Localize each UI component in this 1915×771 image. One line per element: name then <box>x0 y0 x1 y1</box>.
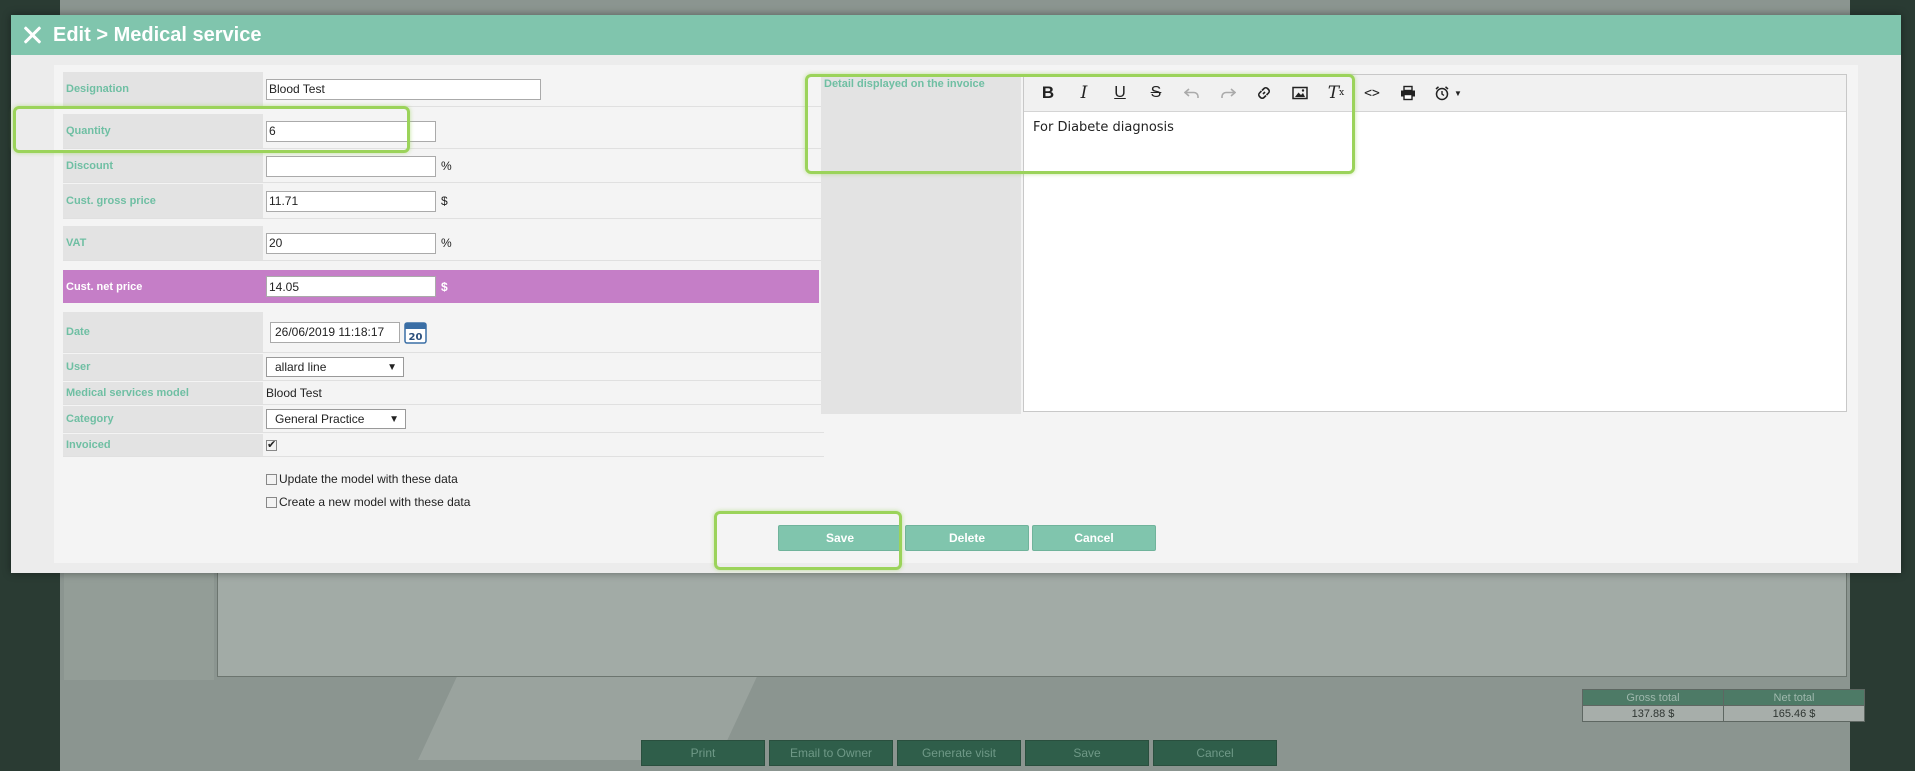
model-row: Medical services model Blood Test <box>63 382 824 405</box>
gross-price-row: Cust. gross price $ <box>63 184 824 219</box>
cancel-button[interactable]: Cancel <box>1032 525 1156 551</box>
net-price-unit: $ <box>441 279 448 294</box>
calendar-icon[interactable]: 20 <box>404 321 427 344</box>
background-button-row: Print Email to Owner Generate visit Save… <box>641 740 1277 766</box>
invoiced-label: Invoiced <box>63 434 263 456</box>
chevron-down-icon: ▼ <box>389 413 399 425</box>
invoiced-value-cell <box>266 434 277 456</box>
highlight-save-button <box>714 511 902 570</box>
model-label: Medical services model <box>63 382 263 404</box>
date-label: Date <box>63 312 263 352</box>
bg-generate-visit-button: Generate visit <box>897 740 1021 766</box>
bg-save-button: Save <box>1025 740 1149 766</box>
discount-row: Discount % <box>63 150 824 183</box>
alarm-clock-icon[interactable]: ▼ <box>1428 80 1468 106</box>
date-value-cell: 20 <box>270 312 427 352</box>
discount-unit: % <box>441 159 452 173</box>
user-label: User <box>63 354 263 380</box>
caret-down-icon: ▼ <box>1454 88 1462 98</box>
category-select-value: General Practice <box>275 412 365 426</box>
gross-price-input[interactable] <box>266 190 436 212</box>
net-total-header: Net total <box>1723 689 1865 706</box>
category-value-cell: General Practice ▼ <box>266 406 406 432</box>
background-textarea <box>217 570 1847 677</box>
bg-print-button: Print <box>641 740 765 766</box>
category-select[interactable]: General Practice ▼ <box>266 409 406 429</box>
user-select-value: allard line <box>275 360 327 374</box>
update-model-option: Update the model with these data <box>266 472 458 486</box>
vat-label: VAT <box>63 226 263 260</box>
create-model-checkbox[interactable] <box>266 496 277 508</box>
highlight-detail-editor <box>805 74 1355 174</box>
net-price-value-cell: $ <box>266 270 448 303</box>
discount-value-cell: % <box>266 150 452 182</box>
background-label-column <box>64 570 214 680</box>
designation-row: Designation <box>63 72 824 107</box>
discount-input[interactable] <box>266 155 436 177</box>
update-model-label: Update the model with these data <box>279 472 458 486</box>
model-value-cell: Blood Test <box>266 382 322 404</box>
modal-header: Edit > Medical service <box>11 15 1901 55</box>
designation-input[interactable] <box>266 78 541 100</box>
net-price-row: Cust. net price $ <box>63 270 819 303</box>
print-icon[interactable] <box>1392 80 1424 106</box>
user-value-cell: allard line ▼ <box>266 354 404 380</box>
bg-email-owner-button: Email to Owner <box>769 740 893 766</box>
invoiced-checkbox[interactable] <box>266 438 277 451</box>
invoiced-row: Invoiced <box>63 434 824 457</box>
highlight-quantity <box>13 106 410 153</box>
delete-button[interactable]: Delete <box>905 525 1029 551</box>
date-input[interactable] <box>270 321 400 343</box>
vat-row: VAT % <box>63 226 824 261</box>
create-model-label: Create a new model with these data <box>279 495 471 509</box>
modal-title: Edit > Medical service <box>53 23 262 46</box>
net-price-input[interactable] <box>266 276 436 297</box>
user-select[interactable]: allard line ▼ <box>266 357 404 377</box>
update-model-checkbox[interactable] <box>266 473 277 485</box>
vat-value-cell: % <box>266 226 452 260</box>
chevron-down-icon: ▼ <box>387 361 397 373</box>
create-model-option: Create a new model with these data <box>266 495 470 509</box>
vat-unit: % <box>441 236 452 250</box>
user-row: User allard line ▼ <box>63 354 824 381</box>
calendar-day-text: 20 <box>409 332 423 343</box>
gross-total-header: Gross total <box>1582 689 1724 706</box>
designation-value-cell <box>266 72 541 106</box>
gross-price-unit: $ <box>441 194 448 208</box>
gross-price-value-cell: $ <box>266 184 448 218</box>
designation-label: Designation <box>63 72 263 106</box>
model-value: Blood Test <box>266 386 322 400</box>
date-row: Date 20 <box>63 312 824 353</box>
category-label: Category <box>63 406 263 432</box>
gross-price-label: Cust. gross price <box>63 184 263 218</box>
gross-total-value: 137.88 $ <box>1582 705 1724 722</box>
bg-cancel-button: Cancel <box>1153 740 1277 766</box>
net-total-value: 165.46 $ <box>1723 705 1865 722</box>
discount-label: Discount <box>63 150 263 182</box>
vat-input[interactable] <box>266 232 436 254</box>
net-price-label: Cust. net price <box>63 270 263 303</box>
category-row: Category General Practice ▼ <box>63 406 824 433</box>
source-code-icon[interactable]: <> <box>1356 80 1388 106</box>
close-icon[interactable] <box>21 24 43 46</box>
totals-table: Gross total Net total 137.88 $ 165.46 $ <box>1582 689 1865 722</box>
